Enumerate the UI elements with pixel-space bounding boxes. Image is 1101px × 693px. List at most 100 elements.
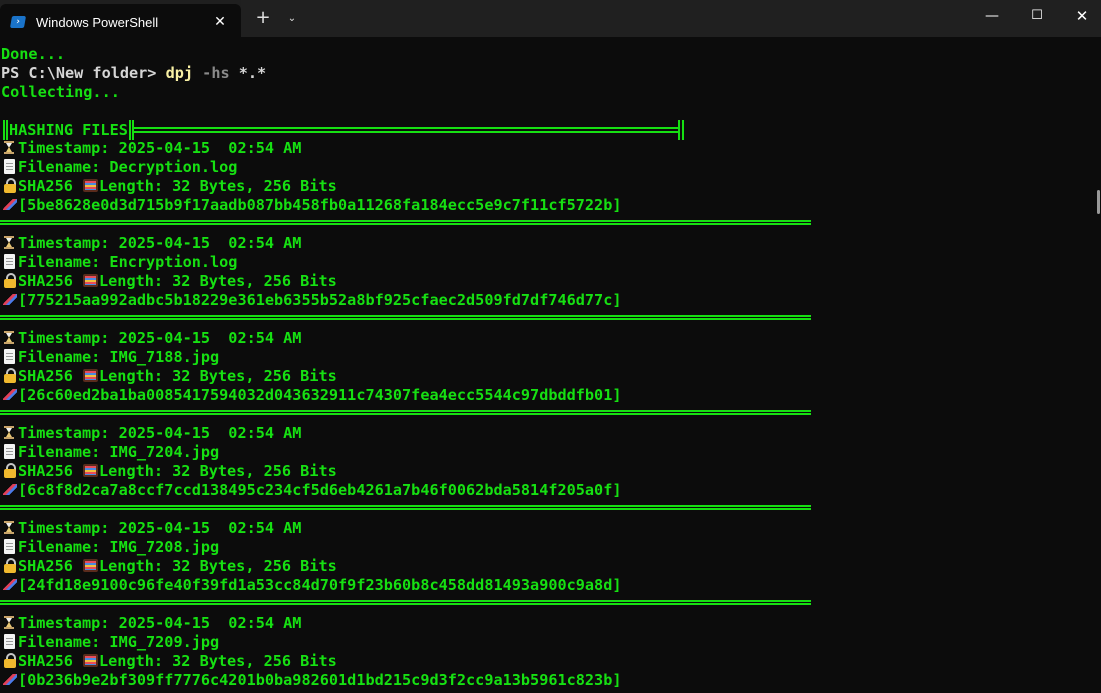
length-text: Length: 32 Bytes, 256 Bits	[99, 272, 337, 290]
minimize-button[interactable]: —	[969, 0, 1015, 32]
dna-icon	[1, 387, 18, 402]
algorithm-line: SHA256 Length: 32 Bytes, 256 Bits	[1, 177, 337, 196]
document-icon	[1, 634, 18, 649]
hourglass-icon	[1, 330, 18, 345]
filename-text: Filename: IMG_7188.jpg	[18, 348, 220, 366]
timestamp-line: Timestamp: 2025-04-15 02:54 AM	[1, 329, 301, 348]
timestamp-line: Timestamp: 2025-04-15 02:54 AM	[1, 234, 301, 253]
hash-line: [0b236b9e2bf309ff7776c4201b0ba982601d1bd…	[1, 671, 621, 690]
close-window-button[interactable]: ✕	[1059, 0, 1101, 32]
separator-rule	[0, 315, 811, 320]
timestamp-line: Timestamp: 2025-04-15 02:54 AM	[1, 139, 301, 158]
algorithm-text: SHA256	[18, 652, 83, 670]
command-glob: *.*	[238, 64, 267, 82]
title-bar: › Windows PowerShell ✕ + ⌄ — ☐ ✕	[0, 0, 1101, 37]
filename-line: Filename: IMG_7209.jpg	[1, 633, 219, 652]
maximize-button[interactable]: ☐	[1014, 0, 1060, 32]
timestamp-line: Timestamp: 2025-04-15 02:54 AM	[1, 424, 301, 443]
document-icon	[1, 349, 18, 364]
algorithm-line: SHA256 Length: 32 Bytes, 256 Bits	[1, 272, 337, 291]
hourglass-icon	[1, 615, 18, 630]
terminal-output[interactable]: Done... PS C:\New folder> dpj -hs *.* Co…	[0, 37, 1095, 693]
hash-text: [6c8f8d2ca7a8ccf7ccd138495c234cf5d6eb426…	[18, 481, 622, 499]
dna-icon	[1, 672, 18, 687]
prompt: PS C:\New folder>	[1, 64, 166, 82]
scrollbar-thumb[interactable]	[1097, 190, 1100, 214]
abacus-icon	[82, 178, 99, 193]
tab-title: Windows PowerShell	[36, 15, 159, 30]
tab-strip: › Windows PowerShell ✕	[0, 0, 241, 37]
hash-text: [5be8628e0d3d715b9f17aadb087bb458fb0a112…	[18, 196, 622, 214]
length-text: Length: 32 Bytes, 256 Bits	[99, 367, 337, 385]
document-icon	[1, 254, 18, 269]
abacus-icon	[82, 273, 99, 288]
lock-icon	[1, 653, 18, 668]
filename-line: Filename: IMG_7188.jpg	[1, 348, 219, 367]
algorithm-line: SHA256 Length: 32 Bytes, 256 Bits	[1, 462, 337, 481]
timestamp-line: Timestamp: 2025-04-15 02:54 AM	[1, 519, 301, 538]
hash-line: [24fd18e9100c96fe40f39fd1a53cc84d70f9f23…	[1, 576, 621, 595]
separator-rule	[0, 220, 811, 225]
abacus-icon	[82, 463, 99, 478]
length-text: Length: 32 Bytes, 256 Bits	[99, 557, 337, 575]
command-name: dpj	[165, 64, 194, 82]
timestamp-line: Timestamp: 2025-04-15 02:54 AM	[1, 614, 301, 633]
close-tab-icon[interactable]: ✕	[211, 12, 229, 32]
hash-text: [24fd18e9100c96fe40f39fd1a53cc84d70f9f23…	[18, 576, 622, 594]
abacus-icon	[82, 368, 99, 383]
dna-icon	[1, 197, 18, 212]
hash-line: [775215aa992adbc5b18229e361eb6355b52a8bf…	[1, 291, 621, 310]
header-title: HASHING FILES	[9, 121, 128, 139]
algorithm-text: SHA256	[18, 367, 83, 385]
command-argument: -hs	[193, 64, 239, 82]
separator-rule	[0, 410, 811, 415]
document-icon	[1, 539, 18, 554]
algorithm-text: SHA256	[18, 177, 83, 195]
algorithm-text: SHA256	[18, 462, 83, 480]
dna-icon	[1, 577, 18, 592]
algorithm-line: SHA256 Length: 32 Bytes, 256 Bits	[1, 652, 337, 671]
filename-text: Filename: Encryption.log	[18, 253, 238, 271]
new-tab-button[interactable]: +	[253, 8, 273, 28]
timestamp-text: Timestamp: 2025-04-15 02:54 AM	[18, 329, 302, 347]
filename-text: Filename: Decryption.log	[18, 158, 238, 176]
hourglass-icon	[1, 520, 18, 535]
output-done: Done...	[1, 45, 66, 63]
filename-line: Filename: IMG_7208.jpg	[1, 538, 219, 557]
length-text: Length: 32 Bytes, 256 Bits	[99, 652, 337, 670]
hash-text: [775215aa992adbc5b18229e361eb6355b52a8bf…	[18, 291, 622, 309]
length-text: Length: 32 Bytes, 256 Bits	[99, 177, 337, 195]
filename-line: Filename: IMG_7204.jpg	[1, 443, 219, 462]
hash-text: [26c60ed2ba1ba0085417594032d043632911c74…	[18, 386, 622, 404]
algorithm-text: SHA256	[18, 272, 83, 290]
header-border-right	[678, 120, 684, 140]
algorithm-text: SHA256	[18, 557, 83, 575]
header-border-left	[3, 120, 8, 140]
hourglass-icon	[1, 140, 18, 155]
powershell-icon: ›	[9, 16, 27, 28]
timestamp-text: Timestamp: 2025-04-15 02:54 AM	[18, 139, 302, 157]
chevron-down-icon[interactable]: ⌄	[284, 8, 300, 28]
hourglass-icon	[1, 235, 18, 250]
filename-text: Filename: IMG_7209.jpg	[18, 633, 220, 651]
hash-text: [0b236b9e2bf309ff7776c4201b0ba982601d1bd…	[18, 671, 622, 689]
timestamp-text: Timestamp: 2025-04-15 02:54 AM	[18, 234, 302, 252]
output-collecting: Collecting...	[1, 83, 120, 101]
timestamp-text: Timestamp: 2025-04-15 02:54 AM	[18, 519, 302, 537]
lock-icon	[1, 463, 18, 478]
hashing-files-header: HASHING FILES	[3, 120, 684, 140]
document-icon	[1, 159, 18, 174]
algorithm-line: SHA256 Length: 32 Bytes, 256 Bits	[1, 367, 337, 386]
abacus-icon	[82, 558, 99, 573]
dna-icon	[1, 292, 18, 307]
lock-icon	[1, 273, 18, 288]
filename-line: Filename: Encryption.log	[1, 253, 237, 272]
timestamp-text: Timestamp: 2025-04-15 02:54 AM	[18, 614, 302, 632]
dna-icon	[1, 482, 18, 497]
lock-icon	[1, 368, 18, 383]
filename-text: Filename: IMG_7208.jpg	[18, 538, 220, 556]
length-text: Length: 32 Bytes, 256 Bits	[99, 462, 337, 480]
algorithm-line: SHA256 Length: 32 Bytes, 256 Bits	[1, 557, 337, 576]
command-line: PS C:\New folder> dpj -hs *.*	[1, 64, 266, 83]
tab-windows-powershell[interactable]: › Windows PowerShell ✕	[0, 4, 241, 37]
